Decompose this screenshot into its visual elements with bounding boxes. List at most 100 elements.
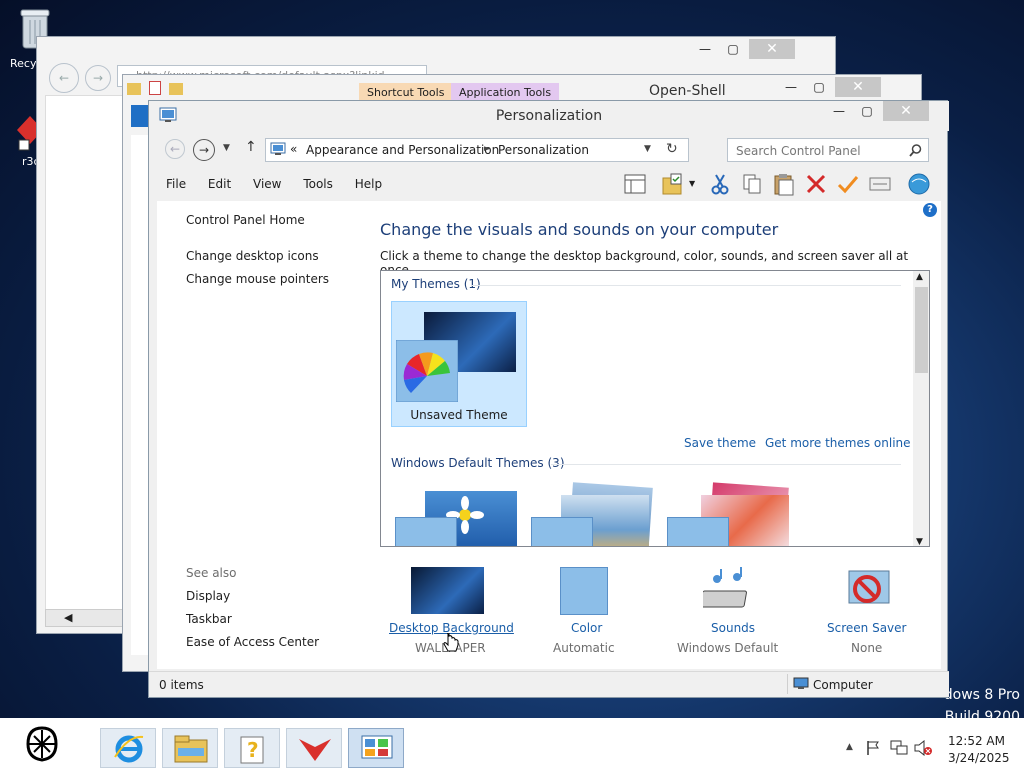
scroll-down-icon[interactable]: ▼ [916, 537, 923, 546]
change-mouse-pointers-link[interactable]: Change mouse pointers [186, 272, 329, 286]
control-panel-icon [270, 142, 286, 155]
display-link[interactable]: Display [186, 589, 230, 603]
scroll-left-icon[interactable]: ◀ [64, 611, 72, 624]
hand-cursor-icon [443, 633, 459, 652]
horizontal-scrollbar[interactable]: ◀ [45, 609, 131, 627]
change-desktop-icons-link[interactable]: Change desktop icons [186, 249, 319, 263]
breadcrumb-appearance[interactable]: Appearance and Personalization [306, 143, 499, 157]
forward-button[interactable]: → [85, 65, 111, 91]
paste-icon[interactable] [773, 172, 795, 196]
save-theme-link[interactable]: Save theme [684, 436, 756, 450]
computer-label: Computer [813, 678, 873, 692]
content-panel: ? Control Panel Home Change desktop icon… [157, 201, 941, 669]
color-link[interactable]: Color [571, 621, 602, 635]
menu-help[interactable]: Help [355, 177, 382, 191]
help-icon[interactable]: ? [923, 203, 937, 217]
screen-saver-link[interactable]: Screen Saver [827, 621, 906, 635]
sounds-setting[interactable]: Sounds Windows Default [673, 567, 783, 657]
minimize-button[interactable]: — [825, 101, 853, 121]
wallpaper-preview [411, 567, 484, 614]
color-sub: Automatic [553, 641, 615, 655]
maximize-button[interactable]: ▢ [719, 39, 747, 59]
taskbar-explorer-button[interactable] [162, 728, 218, 768]
windows-theme-tile[interactable] [391, 481, 527, 546]
ease-of-access-link[interactable]: Ease of Access Center [186, 635, 319, 649]
new-folder-icon[interactable] [168, 83, 183, 95]
menu-tools[interactable]: Tools [303, 177, 333, 191]
breadcrumb-personalization[interactable]: Personalization [498, 143, 589, 157]
back-button[interactable]: ← [165, 139, 185, 159]
volume-muted-icon[interactable] [914, 740, 932, 756]
scroll-up-icon[interactable]: ▲ [916, 272, 923, 282]
forward-button[interactable]: → [193, 139, 215, 161]
close-button[interactable]: ✕ [883, 101, 929, 121]
chevron-down-icon[interactable]: ▼ [689, 179, 695, 188]
search-icon[interactable] [909, 144, 922, 157]
scroll-thumb[interactable] [915, 287, 928, 373]
breadcrumb-root[interactable]: « [290, 142, 297, 156]
tray-overflow-icon[interactable]: ▲ [846, 742, 853, 752]
menu-edit[interactable]: Edit [208, 177, 231, 191]
close-button[interactable]: ✕ [835, 77, 881, 97]
screen-saver-setting[interactable]: Screen Saver None [821, 567, 925, 657]
taskbar-ie-button[interactable] [100, 728, 156, 768]
properties-icon[interactable] [148, 81, 161, 95]
minimize-button[interactable]: — [777, 77, 805, 97]
checkmark-icon[interactable] [837, 173, 859, 195]
properties-icon[interactable] [869, 174, 891, 194]
up-button[interactable]: ↑ [245, 139, 257, 155]
svg-text:?: ? [247, 738, 259, 762]
personalization-window[interactable]: Personalization — ▢ ✕ ← → ▼ ↑ « Appearan… [148, 100, 949, 698]
control-panel-icon [361, 735, 393, 759]
close-button[interactable]: ✕ [749, 39, 795, 59]
recent-locations-button[interactable]: ▼ [223, 143, 230, 153]
breadcrumb-separator: ► [484, 144, 491, 154]
chevron-down-icon[interactable]: ▼ [644, 144, 651, 154]
screen-saver-icon [848, 570, 890, 604]
start-button[interactable] [0, 718, 93, 768]
search-input[interactable]: Search Control Panel [736, 144, 861, 158]
window-titlebar[interactable]: Personalization — ▢ ✕ [149, 101, 949, 131]
delete-icon[interactable] [805, 173, 827, 195]
clock-date[interactable]: 3/24/2025 [948, 751, 1010, 765]
network-icon[interactable] [890, 740, 908, 756]
layout-icon[interactable] [623, 173, 647, 195]
folder-options-icon[interactable] [661, 172, 685, 196]
taskbar-help-button[interactable]: ? [224, 728, 280, 768]
minimize-button[interactable]: — [691, 39, 719, 59]
address-bar[interactable]: « Appearance and Personalization ► Perso… [265, 138, 689, 162]
menu-file[interactable]: File [166, 177, 186, 191]
browser-content [45, 95, 131, 615]
copy-icon[interactable] [741, 173, 763, 195]
taskbar-control-panel-button[interactable] [348, 728, 404, 768]
taskbar-app-button[interactable] [286, 728, 342, 768]
explorer-title: Open-Shell [649, 83, 726, 99]
address-row: ← → ▼ ↑ « Appearance and Personalization… [149, 135, 949, 165]
maximize-button[interactable]: ▢ [805, 77, 833, 97]
clock-time[interactable]: 12:52 AM [948, 734, 1005, 748]
sidebar: Control Panel Home Change desktop icons … [157, 201, 367, 669]
cut-icon[interactable] [709, 173, 731, 195]
unsaved-theme-tile[interactable]: Unsaved Theme [391, 301, 527, 427]
menu-view[interactable]: View [253, 177, 281, 191]
sounds-link[interactable]: Sounds [711, 621, 755, 635]
search-box[interactable]: Search Control Panel [727, 138, 929, 162]
color-setting[interactable]: Color Automatic [549, 567, 629, 657]
globe-icon[interactable] [907, 172, 931, 196]
color-palette-icon [667, 517, 729, 546]
control-panel-home-link[interactable]: Control Panel Home [186, 213, 305, 227]
refresh-icon[interactable]: ↻ [666, 141, 678, 157]
color-palette-icon [396, 340, 458, 402]
vertical-scrollbar[interactable]: ▲ ▼ [913, 271, 929, 546]
photo-theme-tile[interactable] [531, 481, 667, 546]
folder-icon[interactable] [127, 83, 141, 95]
flowers-theme-tile[interactable] [667, 481, 803, 546]
back-button[interactable]: ← [49, 63, 79, 93]
status-divider [787, 674, 788, 694]
themes-list[interactable]: My Themes (1) Unsaved Theme Save theme G… [380, 270, 930, 547]
get-more-themes-link[interactable]: Get more themes online [765, 436, 911, 450]
flag-icon[interactable] [866, 740, 882, 756]
taskbar-link[interactable]: Taskbar [186, 612, 232, 626]
maximize-button[interactable]: ▢ [853, 101, 881, 121]
default-themes-header: Windows Default Themes (3) [391, 456, 565, 470]
